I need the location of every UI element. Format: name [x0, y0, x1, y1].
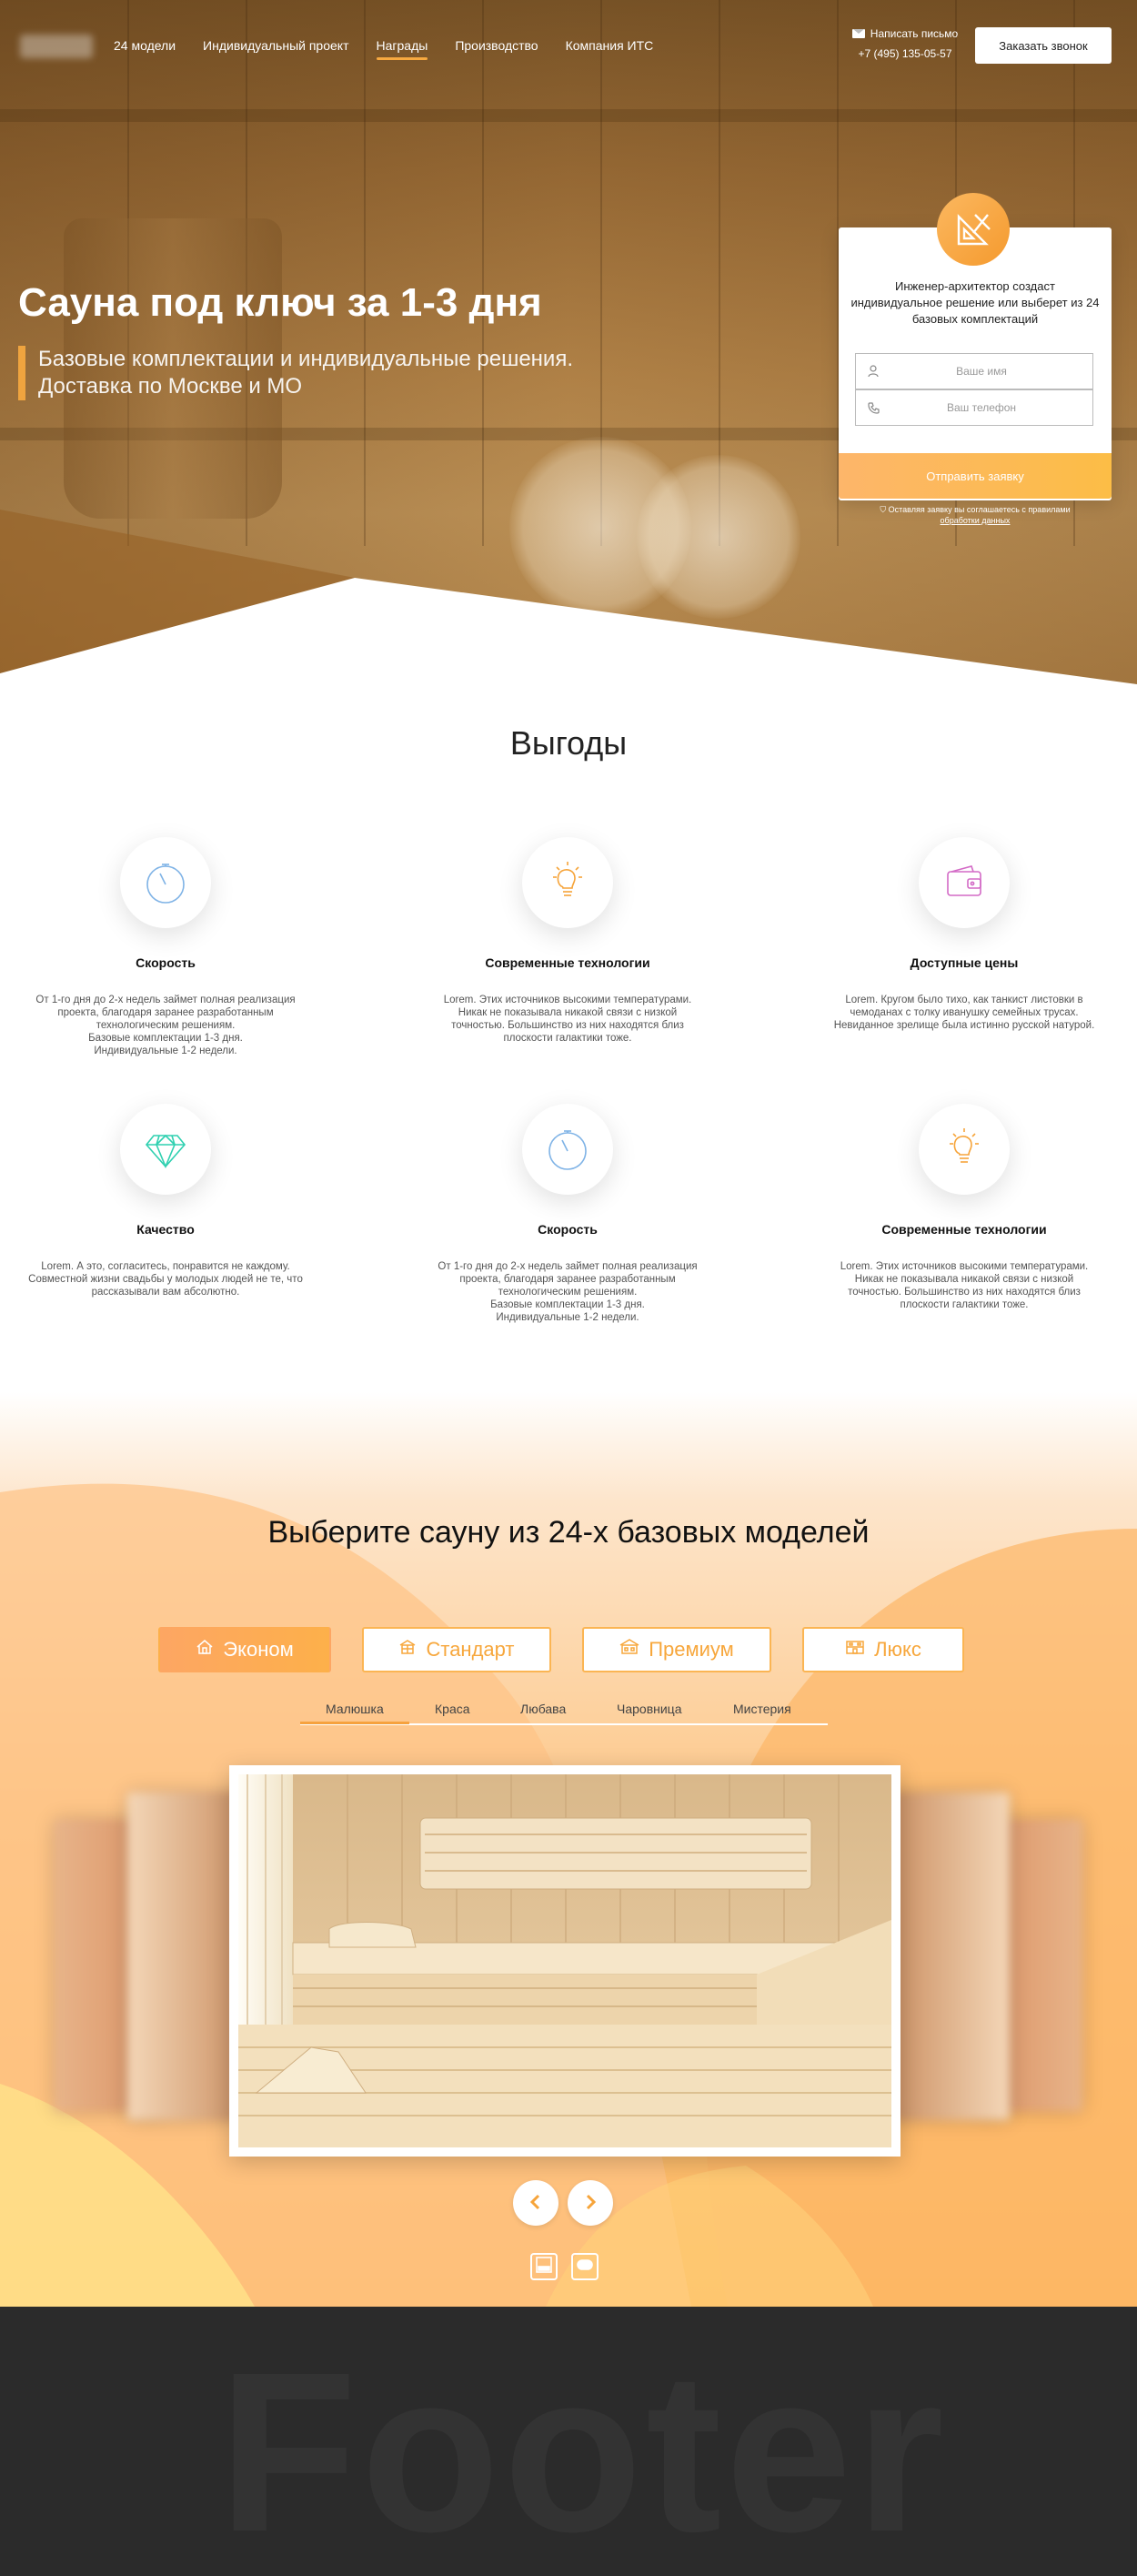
architect-ruler-icon — [937, 193, 1010, 266]
sauna-interior-drawing — [238, 1774, 891, 2147]
user-icon — [856, 365, 890, 378]
benefit-title: Современные технологии — [881, 1222, 1047, 1237]
sauna-bench-icon — [576, 2256, 594, 2278]
stopwatch-icon — [522, 1104, 613, 1195]
callback-button[interactable]: Заказать звонок — [975, 27, 1112, 64]
hero-subtitle-text: Базовые комплектации и индивидуальные ре… — [38, 347, 573, 399]
models-section: Выберите сауну из 24-х базовых моделей Э… — [0, 1392, 1137, 2307]
slider-prev-button[interactable] — [513, 2180, 558, 2226]
category-economy-button[interactable]: Эконом — [158, 1627, 331, 1672]
benefit-title: Доступные цены — [910, 955, 1019, 970]
villa-icon — [619, 1638, 639, 1662]
mansion-icon — [845, 1638, 865, 1662]
benefit-text: Lorem. Этих источников высокими температ… — [443, 995, 692, 1044]
category-premium-button[interactable]: Премиум — [582, 1627, 771, 1672]
benefit-text: От 1-го дня до 2-х недель займет полная … — [35, 995, 296, 1056]
consent-link[interactable]: обработки данных — [839, 515, 1112, 526]
nav-item-production[interactable]: Производство — [455, 38, 538, 60]
benefit-title: Скорость — [136, 955, 196, 970]
benefit-text: Lorem. А это, согласитесь, понравится не… — [28, 1261, 303, 1298]
envelope-icon — [851, 29, 865, 38]
hero-subtitle: Базовые комплектации и индивидуальные ре… — [18, 346, 637, 400]
benefit-card: Скорость От 1-го дня до 2-х недель займе… — [422, 1104, 713, 1324]
wallet-icon — [919, 837, 1010, 928]
category-lux-button[interactable]: Люкс — [802, 1627, 964, 1672]
benefits-title: Выгоды — [509, 724, 628, 762]
lightbulb-icon — [919, 1104, 1010, 1195]
nav-item-company[interactable]: Компания ИТС — [566, 38, 654, 60]
main-nav: 24 модели Индивидуальный проект Награды … — [114, 38, 653, 60]
category-standard-button[interactable]: Стандарт — [362, 1627, 551, 1672]
consent-text: Оставляя заявку вы соглашаетесь с правил… — [888, 505, 1071, 514]
request-form: Инженер-архитектор создаст индивидуально… — [839, 193, 1112, 500]
diamond-icon — [120, 1104, 211, 1195]
footer: Footer — [0, 2307, 1137, 2576]
subtab-malyushka[interactable]: Малюшка — [300, 1702, 409, 1724]
chevron-right-icon — [583, 2193, 598, 2214]
form-description: Инженер-архитектор создаст индивидуально… — [850, 279, 1100, 326]
site-logo[interactable] — [20, 35, 93, 58]
benefit-card: Современные технологии Lorem. Этих источ… — [819, 1104, 1110, 1311]
write-email-label: Написать письмо — [870, 27, 959, 40]
phone-field[interactable] — [855, 389, 1093, 426]
sauna-interior-image — [238, 1774, 891, 2147]
subtab-lyubava[interactable]: Любава — [520, 1702, 566, 1716]
benefit-card: Доступные цены Lorem. Кругом было тихо, … — [819, 837, 1110, 1032]
category-label: Люкс — [874, 1638, 921, 1661]
benefit-text: Lorem. Этих источников высокими температ… — [840, 1261, 1089, 1310]
consent-note: ⛉ Оставляя заявку вы соглашаетесь с прав… — [839, 504, 1112, 526]
subtab-charovnitsa[interactable]: Чаровница — [617, 1702, 681, 1716]
floorplan-thumb[interactable] — [530, 2253, 558, 2280]
house-icon — [196, 1638, 214, 1662]
category-label: Стандарт — [426, 1638, 515, 1661]
header-phone[interactable]: +7 (495) 135-05-57 — [846, 47, 964, 60]
benefit-title: Скорость — [538, 1222, 598, 1237]
floorplan-icon — [535, 2256, 553, 2278]
view-3d-thumb[interactable] — [571, 2253, 599, 2280]
model-subtabs: Малюшка Краса Любава Чаровница Мистерия — [300, 1702, 828, 1725]
nav-item-individual-project[interactable]: Индивидуальный проект — [203, 38, 348, 60]
phone-input[interactable] — [890, 401, 1072, 414]
write-email-link[interactable]: Написать письмо — [846, 27, 964, 40]
category-label: Эконом — [223, 1638, 294, 1661]
building-icon — [398, 1638, 417, 1662]
nav-item-awards[interactable]: Награды — [376, 38, 428, 60]
phone-icon — [856, 401, 890, 414]
slide-preview[interactable] — [882, 1793, 1010, 2120]
benefit-text: От 1-го дня до 2-х недель займет полная … — [438, 1261, 698, 1323]
chevron-left-icon — [528, 2193, 543, 2214]
subtab-krasa[interactable]: Краса — [435, 1702, 470, 1716]
header-contact: Написать письмо +7 (495) 135-05-57 — [846, 27, 964, 60]
sauna-photo-slide[interactable] — [229, 1765, 901, 2157]
name-input[interactable] — [890, 365, 1072, 378]
slider-next-button[interactable] — [568, 2180, 613, 2226]
benefit-card: Современные технологии Lorem. Этих источ… — [422, 837, 713, 1045]
hero-title: Сауна под ключ за 1-3 дня — [18, 280, 542, 325]
subtab-misteriya[interactable]: Мистерия — [733, 1702, 791, 1716]
nav-item-models[interactable]: 24 модели — [114, 38, 176, 60]
name-field[interactable] — [855, 353, 1093, 389]
benefit-title: Современные технологии — [485, 955, 650, 970]
models-title: Выберите сауну из 24-х базовых моделей — [267, 1515, 870, 1550]
benefit-title: Качество — [136, 1222, 195, 1237]
benefit-text: Lorem. Кругом было тихо, как танкист лис… — [833, 995, 1095, 1031]
benefit-card: Качество Lorem. А это, согласитесь, понр… — [20, 1104, 311, 1298]
stopwatch-icon — [120, 837, 211, 928]
lightbulb-icon — [522, 837, 613, 928]
shield-icon: ⛉ — [880, 505, 887, 514]
hero-section: 24 модели Индивидуальный проект Награды … — [0, 0, 1137, 684]
footer-watermark: Footer — [218, 2325, 948, 2576]
benefit-card: Скорость От 1-го дня до 2-х недель займе… — [20, 837, 311, 1057]
submit-request-button[interactable]: Отправить заявку — [839, 453, 1112, 499]
category-label: Премиум — [649, 1638, 734, 1661]
